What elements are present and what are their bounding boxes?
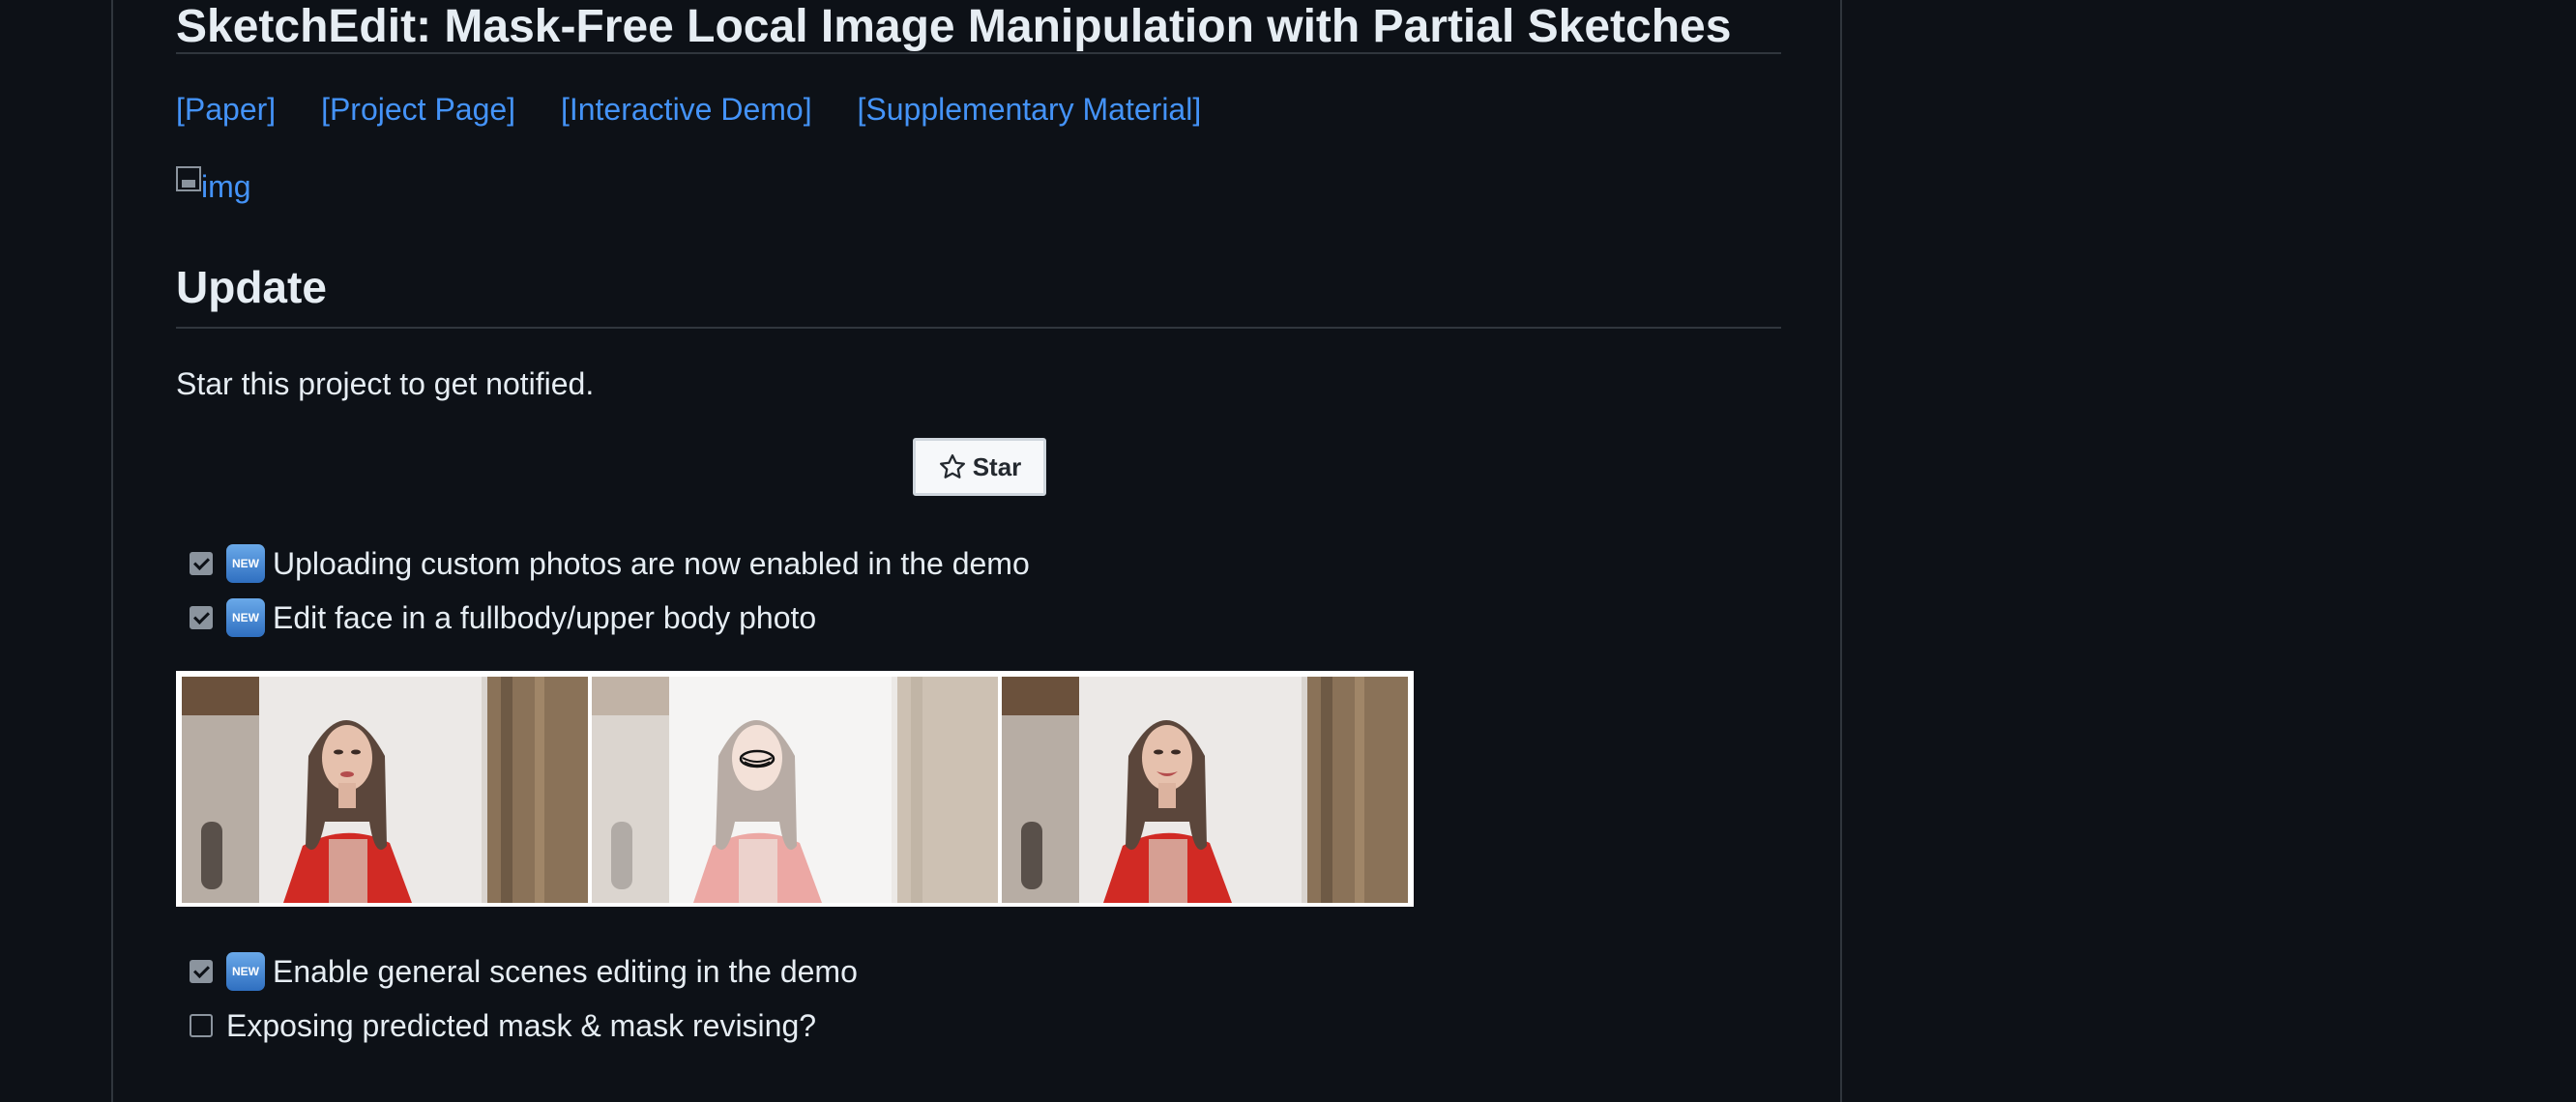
task-text: Exposing predicted mask & mask revising?: [226, 1008, 817, 1043]
star-button-label: Star: [972, 452, 1022, 481]
task-checkbox-checked[interactable]: [190, 605, 213, 629]
star-note: Star this project to get notified.: [176, 366, 595, 401]
broken-image[interactable]: img: [176, 166, 251, 207]
task-item-upload: NEW Uploading custom photos are now enabl…: [190, 543, 1030, 583]
page-title: SketchEdit: Mask-Free Local Image Manipu…: [176, 0, 1781, 54]
demo-photo-result: [1002, 677, 1408, 903]
resource-links: [Paper] [Project Page] [Interactive Demo…: [176, 89, 1238, 130]
task-checkbox-unchecked[interactable]: [190, 1013, 213, 1037]
readme-page: SketchEdit: Mask-Free Local Image Manipu…: [0, 0, 2576, 1102]
task-text: Uploading custom photos are now enabled …: [273, 546, 1030, 581]
readme-container: SketchEdit: Mask-Free Local Image Manipu…: [111, 0, 1842, 1102]
star-icon: [939, 453, 965, 478]
task-text: Enable general scenes editing in the dem…: [273, 954, 858, 989]
task-checkbox-checked[interactable]: [190, 959, 213, 983]
new-badge-icon: NEW: [226, 597, 265, 637]
task-item-general-scenes: NEW Enable general scenes editing in the …: [190, 951, 858, 991]
paper-link[interactable]: [Paper]: [176, 92, 276, 127]
task-item-mask-revising: Exposing predicted mask & mask revising?: [190, 1006, 816, 1045]
interactive-demo-link[interactable]: [Interactive Demo]: [561, 92, 812, 127]
demo-image-strip: [176, 671, 1414, 907]
task-text: Edit face in a fullbody/upper body photo: [273, 600, 817, 635]
demo-photo-original: [182, 677, 588, 903]
new-badge-icon: NEW: [226, 543, 265, 583]
update-heading-text: Update: [176, 262, 327, 312]
page-title-text: SketchEdit: Mask-Free Local Image Manipu…: [176, 1, 1732, 52]
update-heading: Update: [176, 261, 1781, 329]
task-item-edit-face: NEW Edit face in a fullbody/upper body ph…: [190, 597, 817, 637]
task-checkbox-checked[interactable]: [190, 551, 213, 575]
supplementary-material-link[interactable]: [Supplementary Material]: [858, 92, 1202, 127]
star-button[interactable]: Star: [913, 438, 1046, 496]
new-badge-icon: NEW: [226, 951, 265, 991]
demo-photo-sketch: [592, 677, 998, 903]
broken-image-alt: img: [201, 169, 251, 204]
broken-image-icon: [176, 166, 201, 191]
project-page-link[interactable]: [Project Page]: [321, 92, 515, 127]
